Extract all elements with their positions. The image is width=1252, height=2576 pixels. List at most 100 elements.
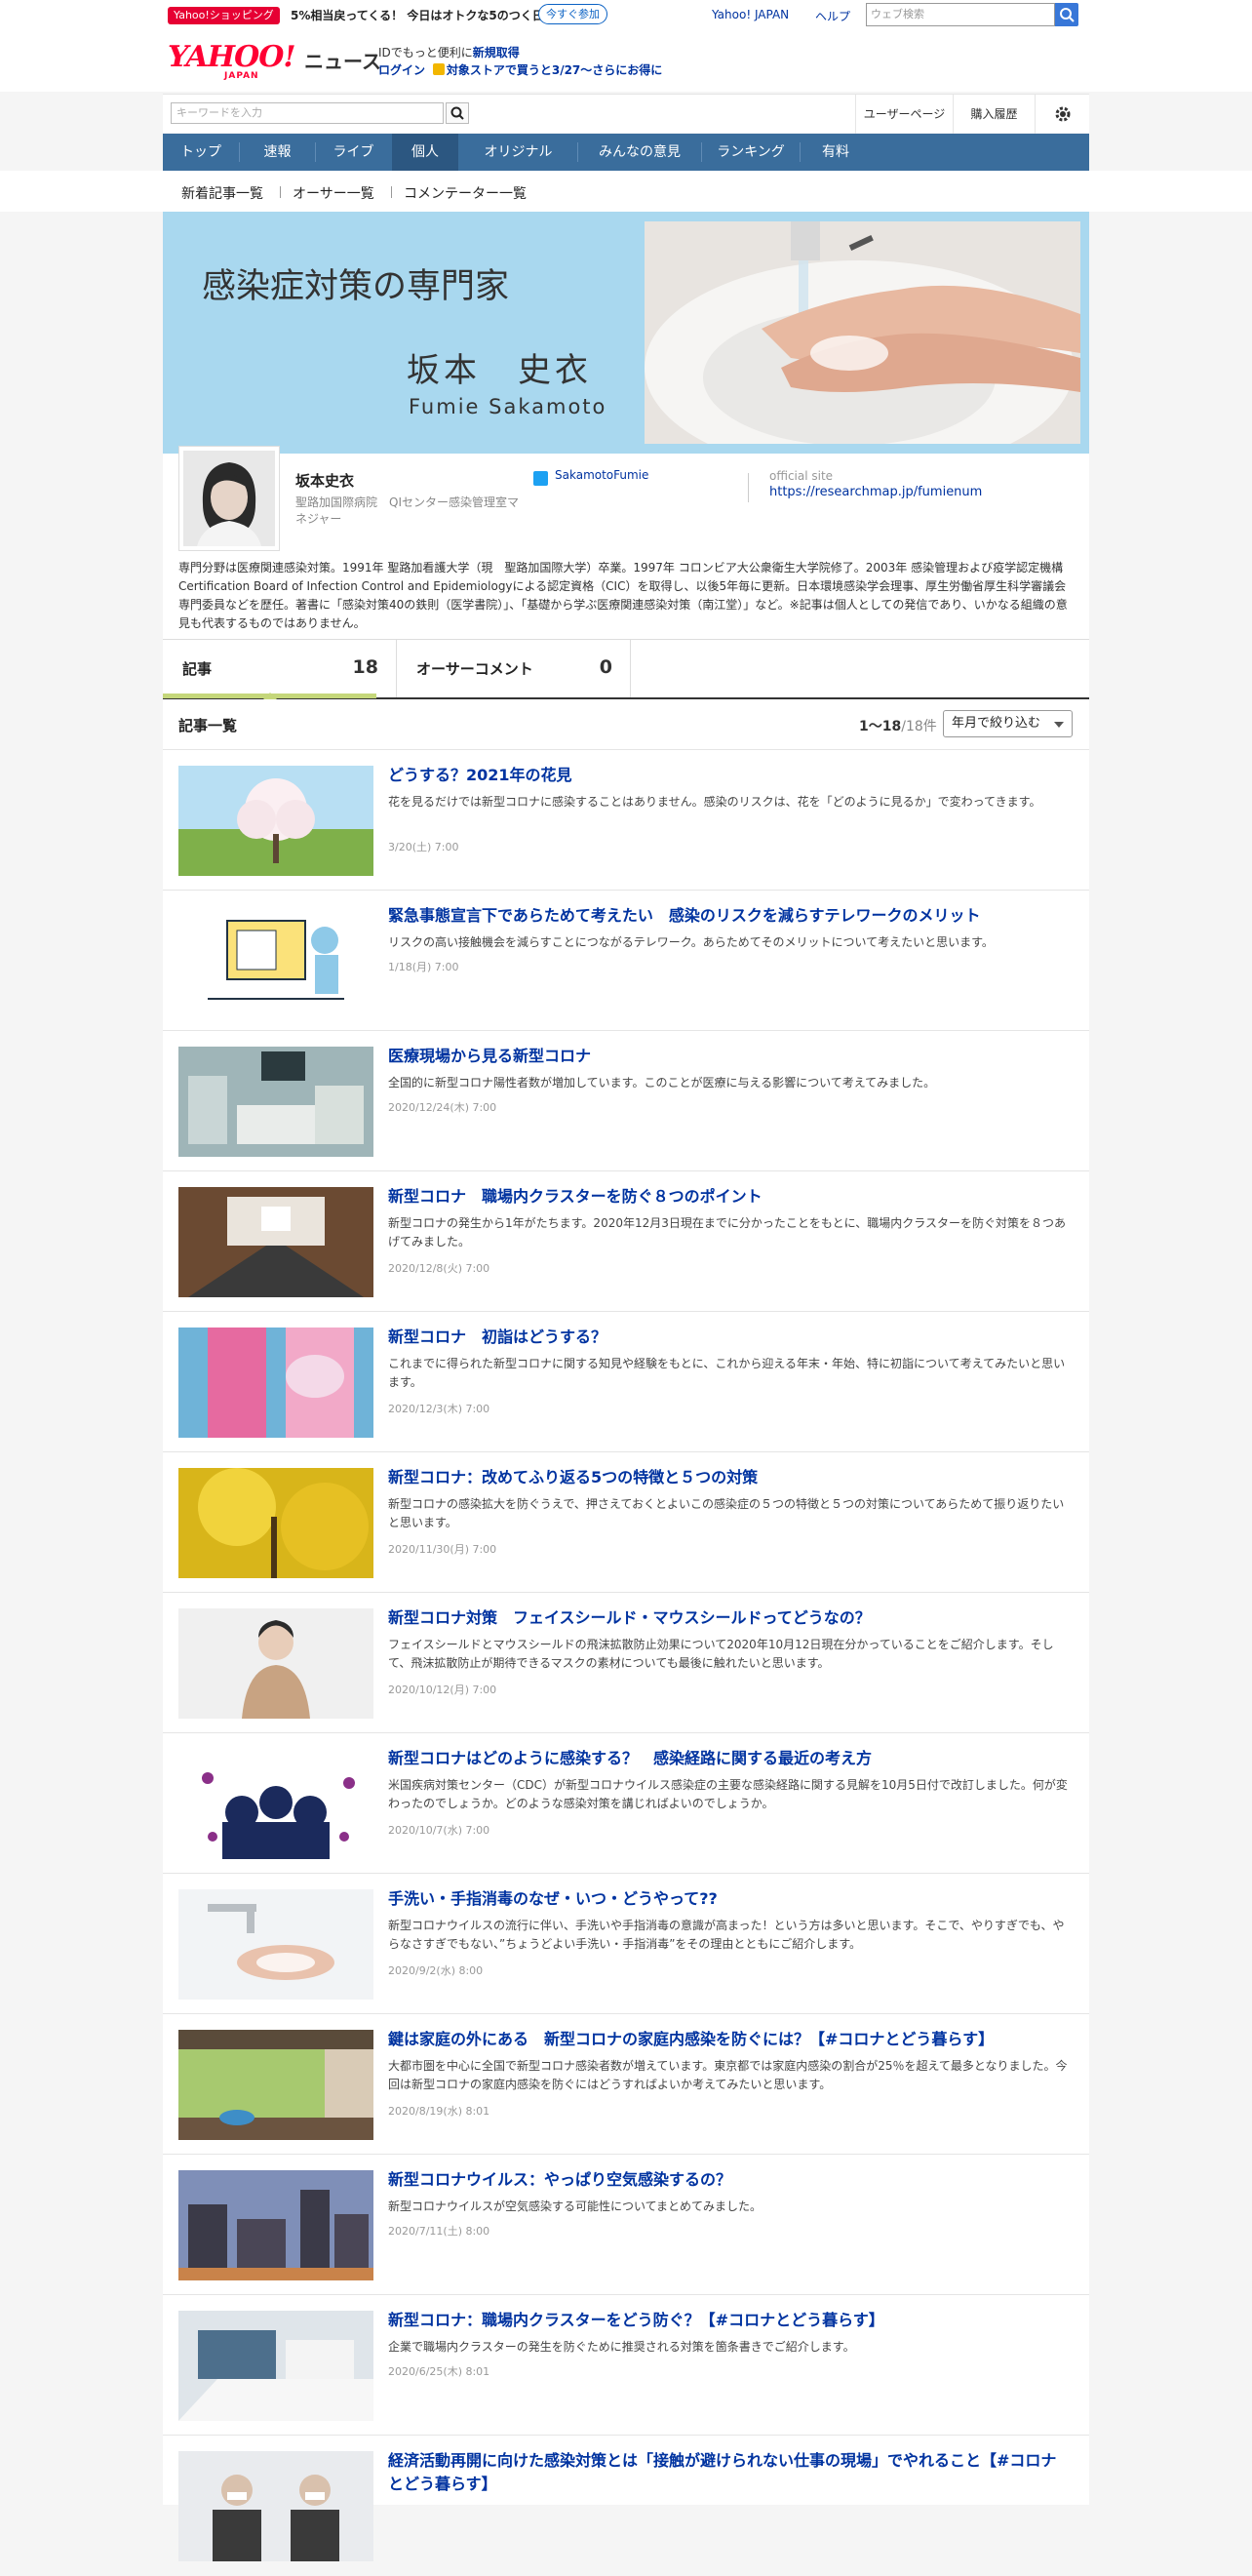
article-thumbnail-telework[interactable] xyxy=(178,906,373,1016)
article-item[interactable]: 新型コロナ 職場内クラスターを防ぐ８つのポイント 新型コロナの発生から1年がたち… xyxy=(163,1171,1089,1312)
hand-washing-photo xyxy=(645,221,1080,444)
article-item[interactable]: 鍵は家庭の外にある 新型コロナの家庭内感染を防ぐには？【#コロナとどう暮らす】 … xyxy=(163,2014,1089,2155)
article-thumbnail-face-shield[interactable] xyxy=(178,1608,373,1719)
article-item[interactable]: 新型コロナ 初詣はどうする？ これまでに得られた新型コロナに関する知見や経験をも… xyxy=(163,1312,1089,1452)
login-row: ログイン 対象ストアで買うと3/27～さらにお得に xyxy=(378,61,662,78)
signup-link[interactable]: 新規取得 xyxy=(473,46,520,59)
article-title[interactable]: 新型コロナ対策 フェイスシールド・マウスシールドってどうなの？ xyxy=(388,1606,1071,1630)
article-date: 2020/12/24(木) 7:00 xyxy=(388,1101,497,1114)
article-thumbnail-hand-washing[interactable] xyxy=(178,1889,373,2000)
keyword-search-input[interactable]: キーワードを入力 xyxy=(171,102,444,124)
month-filter-select[interactable]: 年月で絞り込む xyxy=(943,710,1073,737)
help-link[interactable]: ヘルプ xyxy=(815,8,850,24)
article-title[interactable]: 新型コロナ 初詣はどうする？ xyxy=(388,1326,1071,1349)
web-search-button[interactable] xyxy=(1055,3,1078,26)
article-date: 2020/7/11(土) 8:00 xyxy=(388,2225,490,2238)
article-title[interactable]: 経済活動再開に向けた感染対策とは「接触が避けられない仕事の現場」でやれること【#… xyxy=(388,2449,1071,2496)
article-date: 2020/9/2(水) 8:00 xyxy=(388,1964,484,1977)
article-thumbnail-window-fan[interactable] xyxy=(178,2030,373,2140)
article-item[interactable]: 新型コロナ：職場内クラスターをどう防ぐ？【#コロナとどう暮らす】 企業で職場内ク… xyxy=(163,2295,1089,2436)
article-thumbnail-kimono[interactable] xyxy=(178,1328,373,1438)
article-title[interactable]: 新型コロナ 職場内クラスターを防ぐ８つのポイント xyxy=(388,1185,1071,1209)
settings-button[interactable] xyxy=(1035,95,1089,134)
article-thumbnail-icu[interactable] xyxy=(178,1047,373,1157)
login-link[interactable]: ログイン xyxy=(378,63,425,77)
yahoo-logo[interactable]: YAHOO! xyxy=(168,43,296,72)
article-description: 新型コロナウイルスの流行に伴い、手洗いや手指消毒の意識が高まった！という方は多い… xyxy=(388,1919,1065,1951)
article-thumbnail-meeting-room[interactable] xyxy=(178,1187,373,1297)
user-page-button[interactable]: ユーザーページ xyxy=(855,95,953,134)
tab-author-comments[interactable]: オーサーコメント 0 xyxy=(397,640,631,697)
article-description: 新型コロナの発生から1年がたちます。2020年12月3日現在までに分かったことを… xyxy=(388,1216,1067,1248)
campaign-link[interactable]: 対象ストアで買うと3/27～さらにお得に xyxy=(447,63,662,77)
article-description: 新型コロナウイルスが空気感染する可能性についてまとめてみました。 xyxy=(388,2200,763,2213)
subnav-latest-articles[interactable]: 新着記事一覧 xyxy=(181,183,263,203)
article-thumbnail-night-city[interactable] xyxy=(178,2170,373,2280)
official-site-link[interactable]: https://researchmap.jp/fumienum xyxy=(769,485,982,499)
nav-ranking[interactable]: ランキング xyxy=(702,134,800,171)
nav-breaking[interactable]: 速報 xyxy=(240,134,315,171)
article-date: 2020/11/30(月) 7:00 xyxy=(388,1543,497,1556)
sub-nav: 新着記事一覧 オーサー一覧 コメンテーター一覧 xyxy=(0,171,1252,212)
article-item[interactable]: 医療現場から見る新型コロナ 全国的に新型コロナ陽性者数が増加しています。このこと… xyxy=(163,1031,1089,1171)
nav-opinions[interactable]: みんなの意見 xyxy=(578,134,701,171)
nav-paid[interactable]: 有料 xyxy=(801,134,871,171)
yahoo-logo-sub: JAPAN xyxy=(224,71,259,81)
article-description: フェイスシールドとマウスシールドの飛沫拡散防止効果について2020年10月12日… xyxy=(388,1638,1054,1670)
article-item[interactable]: 新型コロナ対策 フェイスシールド・マウスシールドってどうなの？ フェイスシールド… xyxy=(163,1593,1089,1733)
nav-individual[interactable]: 個人 xyxy=(392,134,458,171)
login-prompt: IDでもっと便利に新規取得 xyxy=(378,46,520,59)
article-item[interactable]: 経済活動再開に向けた感染対策とは「接触が避けられない仕事の現場」でやれること【#… xyxy=(163,2436,1089,2576)
tab-articles-count: 18 xyxy=(352,656,378,678)
article-title[interactable]: 医療現場から見る新型コロナ xyxy=(388,1045,1071,1068)
article-thumbnail-virus-illustration[interactable] xyxy=(178,1749,373,1859)
article-title[interactable]: 新型コロナ：職場内クラスターをどう防ぐ？【#コロナとどう暮らす】 xyxy=(388,2309,1071,2332)
article-title[interactable]: どうする？2021年の花見 xyxy=(388,764,1071,787)
article-title[interactable]: 新型コロナはどのように感染する？ 感染経路に関する最近の考え方 xyxy=(388,1747,1071,1770)
keyword-search-button[interactable] xyxy=(446,102,469,124)
twitter-icon xyxy=(533,471,548,486)
article-thumbnail-office-desk[interactable] xyxy=(178,2311,373,2421)
article-title[interactable]: 新型コロナ：改めてふり返る5つの特徴と５つの対策 xyxy=(388,1466,1071,1489)
subnav-commentators[interactable]: コメンテーター一覧 xyxy=(404,183,527,203)
article-item[interactable]: 新型コロナウイルス：やっぱり空気感染するの？ 新型コロナウイルスが空気感染する可… xyxy=(163,2155,1089,2295)
join-now-button[interactable]: 今すぐ参加 xyxy=(538,4,607,24)
article-item[interactable]: 手洗い・手指消毒のなぜ・いつ・どうやって?? 新型コロナウイルスの流行に伴い、手… xyxy=(163,1874,1089,2014)
nav-live[interactable]: ライブ xyxy=(316,134,391,171)
yahoo-japan-link[interactable]: Yahoo! JAPAN xyxy=(712,8,789,21)
promo-text[interactable]: 5%相当戻ってくる！ 今日はオトクな5のつく日 xyxy=(291,7,544,24)
author-tabs: 記事 18 オーサーコメント 0 xyxy=(163,639,1089,699)
subnav-authors[interactable]: オーサー一覧 xyxy=(293,183,374,203)
article-item[interactable]: 緊急事態宣言下であらためて考えたい 感染のリスクを減らすテレワークのメリット リ… xyxy=(163,891,1089,1031)
main-nav: トップ 速報 ライブ 個人 オリジナル みんなの意見 ランキング 有料 xyxy=(163,134,1089,171)
tab-comments-count: 0 xyxy=(599,656,612,678)
article-title[interactable]: 緊急事態宣言下であらためて考えたい 感染のリスクを減らすテレワークのメリット xyxy=(388,904,1071,928)
nav-top[interactable]: トップ xyxy=(163,134,239,171)
subnav-divider xyxy=(280,186,281,198)
article-item[interactable]: どうする？2021年の花見 花を見るだけでは新型コロナに感染することはありません… xyxy=(163,750,1089,891)
article-thumbnail-ginkgo[interactable] xyxy=(178,1468,373,1578)
article-title[interactable]: 新型コロナウイルス：やっぱり空気感染するの？ xyxy=(388,2168,1071,2192)
article-title[interactable]: 鍵は家庭の外にある 新型コロナの家庭内感染を防ぐには？【#コロナとどう暮らす】 xyxy=(388,2028,1071,2051)
news-section-title[interactable]: ニュース xyxy=(304,46,381,74)
article-item[interactable]: 新型コロナ：改めてふり返る5つの特徴と５つの対策 新型コロナの感染拡大を防ぐうえ… xyxy=(163,1452,1089,1593)
article-title[interactable]: 手洗い・手指消毒のなぜ・いつ・どうやって?? xyxy=(388,1887,1071,1911)
twitter-link[interactable]: SakamotoFumie xyxy=(555,468,648,482)
shopping-badge[interactable]: Yahoo!ショッピング xyxy=(168,7,280,24)
search-row: キーワードを入力 ユーザーページ 購入履歴 xyxy=(163,94,1089,134)
purchase-history-button[interactable]: 購入履歴 xyxy=(953,95,1035,134)
article-thumbnail-cherry-blossom[interactable] xyxy=(178,766,373,876)
article-thumbnail-masked-workers[interactable] xyxy=(178,2451,373,2561)
author-affiliation: 聖路加国際病院 QIセンター感染管理室マネジャー xyxy=(295,495,519,526)
article-item[interactable]: 新型コロナはどのように感染する？ 感染経路に関する最近の考え方 米国疾病対策セン… xyxy=(163,1733,1089,1874)
tab-articles[interactable]: 記事 18 xyxy=(163,640,397,699)
banner-roman-name: Fumie Sakamoto xyxy=(409,395,607,418)
article-date: 2020/10/12(月) 7:00 xyxy=(388,1684,497,1696)
nav-original[interactable]: オリジナル xyxy=(459,134,577,171)
web-search-input[interactable]: ウェブ検索 xyxy=(866,3,1055,26)
article-date: 1/18(月) 7:00 xyxy=(388,961,459,973)
author-banner: 感染症対策の専門家 坂本 史衣 Fumie Sakamoto xyxy=(163,212,1089,454)
bag-icon xyxy=(432,63,445,75)
tab-comments-label: オーサーコメント xyxy=(416,660,533,678)
article-date: 2020/10/7(水) 7:00 xyxy=(388,1824,490,1837)
